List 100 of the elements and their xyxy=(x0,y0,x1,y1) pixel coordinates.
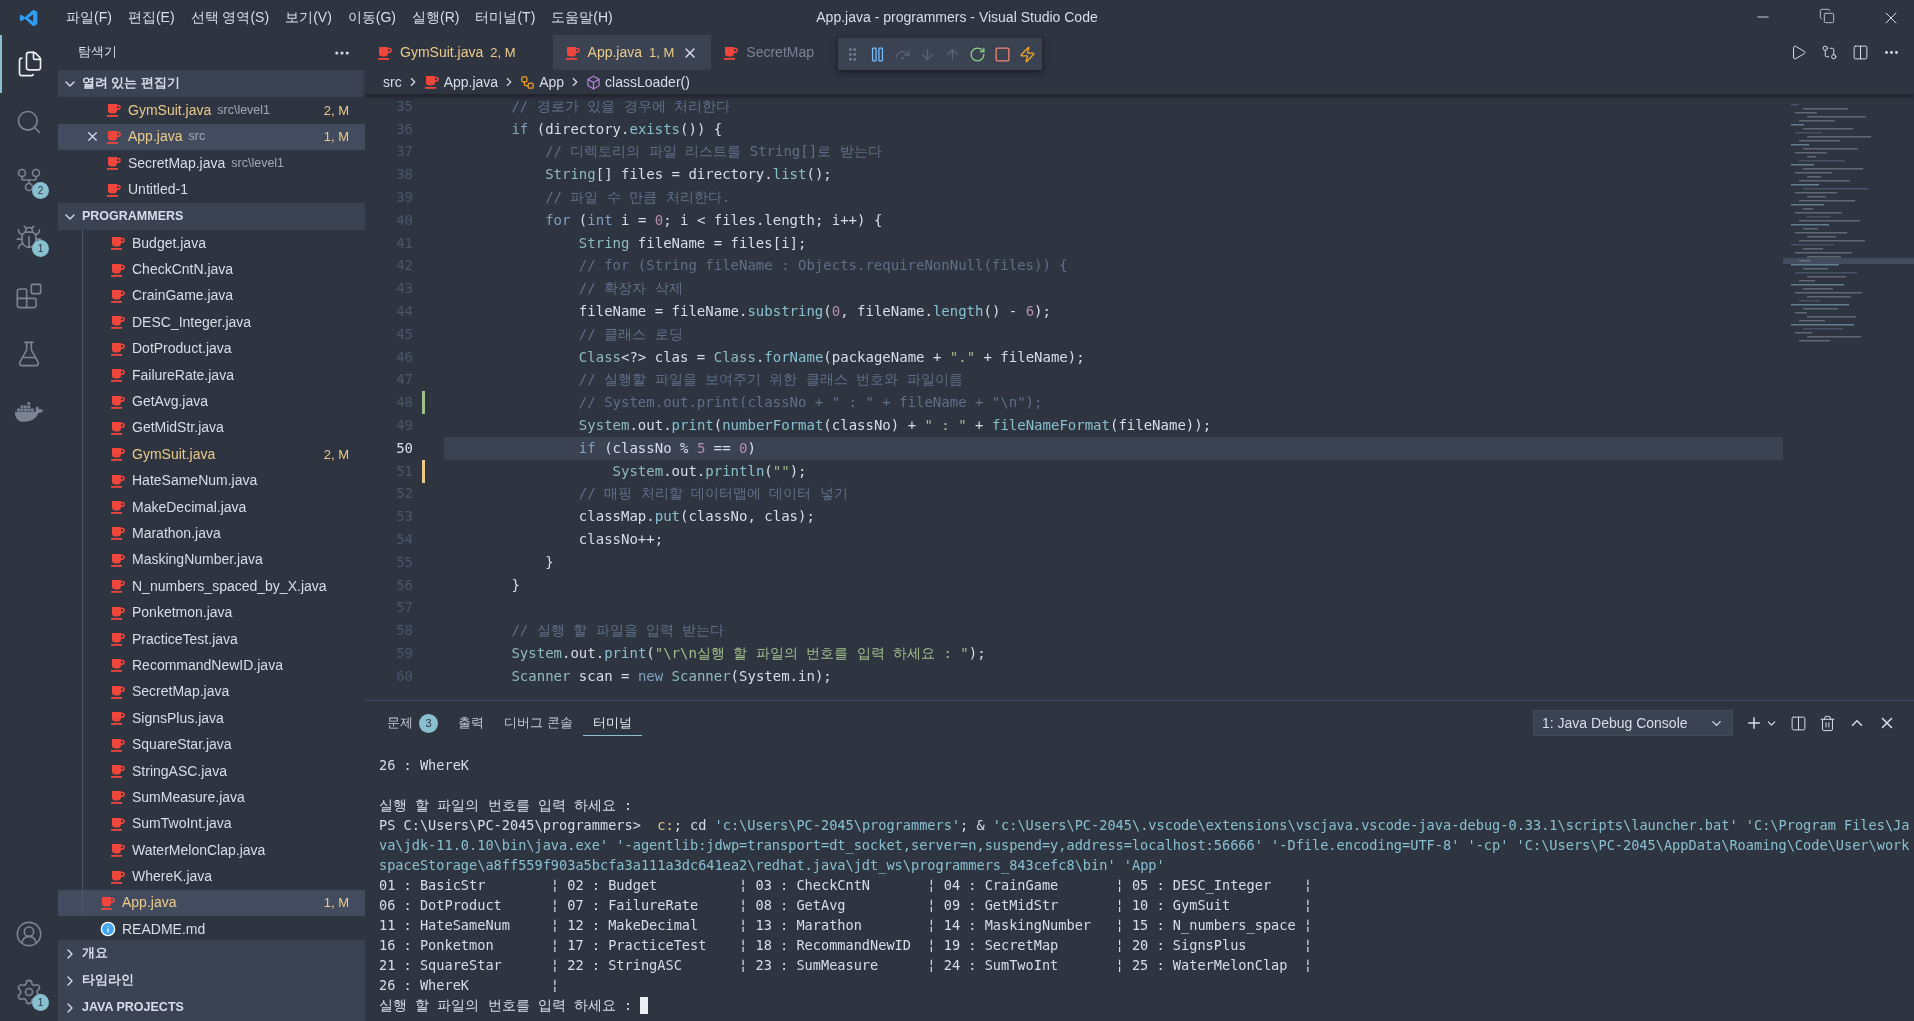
file-item[interactable]: DESC_Integer.java xyxy=(58,309,365,336)
file-item[interactable]: PracticeTest.java xyxy=(58,625,365,653)
file-item[interactable]: GetAvg.java xyxy=(58,388,365,415)
file-item[interactable]: StringASC.java xyxy=(58,757,365,785)
compare-icon[interactable] xyxy=(1821,44,1838,61)
terminal-command: PS C:\Users\PC-2045\programmers> c:; cd 'c:\Users\PC-2045\programmers'; & 'c:\Users\PC-2045\.vscode\extensions\vscjava.vscode-java-debug-0.33.1\scripts\launcher.bat' 'C:\Program Files\Java\jdk-11.0.10\bin\java.exe' '-agentlib:jdwp=transport=dt_socket,server=n,suspend=y,address=localhost:56666' '-Dfile.encoding=UTF-8' '-cp' 'C:\Users\PC-2045\AppData\Roaming\Code\User\workspaceStorage\a8ff559f903a5bcfa3a111a3dc641ea2\redhat.java\jdt_ws\programmers_843cefc8\bin' 'App' xyxy=(379,816,1910,875)
file-item[interactable]: README.md xyxy=(58,916,365,940)
panel-tab[interactable]: 터미널 xyxy=(582,709,642,737)
file-item[interactable]: DotProduct.java xyxy=(58,335,365,362)
pause-icon[interactable] xyxy=(869,45,886,63)
breadcrumb-item[interactable]: App.java xyxy=(443,71,499,93)
cup-icon xyxy=(110,367,126,384)
file-item[interactable]: SecretMap.java xyxy=(58,678,365,706)
branch-icon[interactable] xyxy=(15,166,43,194)
menu-item[interactable]: 터미널(T) xyxy=(467,7,544,28)
file-item[interactable]: WhereK.java xyxy=(58,863,365,890)
terminal-line: 21 : SquareStar ¦ 22 : StringASC ¦ 23 : SumMeasure ¦ 24 : SumTwoInt ¦ 25 : WaterMelonClap ¦ xyxy=(379,956,1313,975)
menu-item[interactable]: 실행(R) xyxy=(404,7,468,28)
file-item[interactable]: Budget.java xyxy=(58,230,365,257)
file-item[interactable]: HateSameNum.java xyxy=(58,467,365,494)
split-terminal-icon[interactable] xyxy=(1790,714,1807,732)
file-item[interactable]: SquareStar.java xyxy=(58,731,365,758)
stop-icon[interactable] xyxy=(994,45,1011,63)
file-item[interactable]: CheckCntN.java xyxy=(58,256,365,283)
menu-item[interactable]: 파일(F) xyxy=(58,7,120,28)
file-item[interactable]: SignsPlus.java xyxy=(58,705,365,732)
cup-icon xyxy=(106,181,122,198)
file-item[interactable]: GymSuit.java 2, M xyxy=(58,441,365,468)
panel-tab[interactable]: 문제 3 xyxy=(377,710,448,736)
nodes-icon xyxy=(520,74,536,90)
file-item[interactable]: GetMidStr.java xyxy=(58,414,365,442)
code-line: if (classNo % 5 == 0) xyxy=(577,438,756,458)
split-editor-icon[interactable] xyxy=(1852,44,1869,61)
file-item[interactable]: SumMeasure.java xyxy=(58,784,365,811)
section-header[interactable]: PROGRAMMERS xyxy=(58,203,365,230)
menu-item[interactable]: 편집(E) xyxy=(119,7,183,28)
terminal-line: 실행 할 파일의 번호를 입력 하세요 : xyxy=(379,796,634,815)
cup-icon xyxy=(106,155,122,172)
line-number: 50 xyxy=(395,438,413,458)
menu-item[interactable]: 이동(G) xyxy=(339,7,404,28)
cup-icon xyxy=(110,736,126,753)
breadcrumb-item[interactable]: src xyxy=(383,71,402,93)
cup-icon xyxy=(110,657,126,674)
panel-tab[interactable]: 디버그 콘솔 xyxy=(494,710,583,736)
file-item[interactable]: Ponketmon.java xyxy=(58,599,365,626)
code-line: Class<?> clas = Class.forName(packageName + "." + fileName); xyxy=(577,347,1085,367)
terminal-line: 26 : WhereK ¦ xyxy=(379,976,561,995)
open-editor-item[interactable]: App.java src 1, M xyxy=(58,123,365,150)
code-line: if (directory.exists()) { xyxy=(510,119,723,139)
cup-icon xyxy=(110,261,126,278)
section-header[interactable]: JAVA PROJECTS xyxy=(58,994,365,1021)
panel-tab[interactable]: 출력 xyxy=(448,710,494,736)
plus-icon[interactable] xyxy=(1745,714,1763,732)
section-header[interactable]: 열려 있는 편집기 xyxy=(58,70,365,97)
blocks-icon[interactable] xyxy=(15,282,43,310)
file-item[interactable]: MaskingNumber.java xyxy=(58,546,365,574)
code-line: Scanner scan = new Scanner(System.in); xyxy=(510,666,832,686)
menu-item[interactable]: 보기(V) xyxy=(277,7,340,28)
lightning-icon[interactable] xyxy=(1019,45,1036,63)
code-line: } xyxy=(510,575,520,595)
file-item[interactable]: SumTwoInt.java xyxy=(58,810,365,837)
menu-item[interactable]: 선택 영역(S) xyxy=(182,7,278,28)
files-icon[interactable] xyxy=(16,50,44,78)
cup-icon xyxy=(110,710,126,727)
bug-icon[interactable] xyxy=(15,224,43,252)
search-icon[interactable] xyxy=(15,108,43,136)
file-item[interactable]: RecommandNewID.java xyxy=(58,652,365,679)
editor-tab[interactable]: GymSuit.java 2, M xyxy=(365,35,553,70)
open-editor-item[interactable]: SecretMap.java src\level1 xyxy=(58,150,365,177)
file-name: MakeDecimal.java xyxy=(132,497,247,517)
text-cursor xyxy=(640,996,649,1014)
breadcrumb-item[interactable]: classLoader() xyxy=(605,71,690,93)
open-editor-item[interactable]: Untitled-1 xyxy=(58,176,365,203)
file-item[interactable]: MakeDecimal.java xyxy=(58,493,365,521)
cup-icon xyxy=(564,44,581,61)
trash-icon[interactable] xyxy=(1819,714,1836,732)
file-name: Ponketmon.java xyxy=(132,603,233,623)
file-item[interactable]: FailureRate.java xyxy=(58,361,365,389)
editor-tab[interactable]: App.java 1, M xyxy=(552,35,712,70)
terminal-select[interactable]: 1: Java Debug Console xyxy=(1533,710,1733,736)
account-icon[interactable] xyxy=(15,920,43,948)
restart-icon[interactable] xyxy=(969,45,986,63)
file-item[interactable]: Marathon.java xyxy=(58,520,365,547)
run-icon[interactable] xyxy=(1790,44,1807,61)
cup-icon xyxy=(110,314,126,331)
breadcrumb-item[interactable]: App xyxy=(539,71,565,93)
file-name: SignsPlus.java xyxy=(132,708,224,728)
section-header[interactable]: 타임라인 xyxy=(58,967,365,994)
count-badge: 1 xyxy=(32,240,49,257)
file-name: StringASC.java xyxy=(132,761,227,781)
file-item[interactable]: App.java 1, M xyxy=(58,889,365,917)
code-line: System.out.println(""); xyxy=(611,461,807,481)
open-editor-item[interactable]: GymSuit.java src\level1 2, M xyxy=(58,97,365,124)
file-item[interactable]: WaterMelonClap.java xyxy=(58,837,365,864)
code-line: System.out.print("\r\n실행 할 파일의 번호를 입력 하세요 : "); xyxy=(510,644,986,663)
menu-item[interactable]: 도움말(H) xyxy=(543,7,621,28)
file-item[interactable]: N_numbers_spaced_by_X.java xyxy=(58,573,365,600)
settings-icon[interactable] xyxy=(15,978,43,1006)
file-item[interactable]: CrainGame.java xyxy=(58,282,365,310)
section-header[interactable]: 개요 xyxy=(58,940,365,967)
